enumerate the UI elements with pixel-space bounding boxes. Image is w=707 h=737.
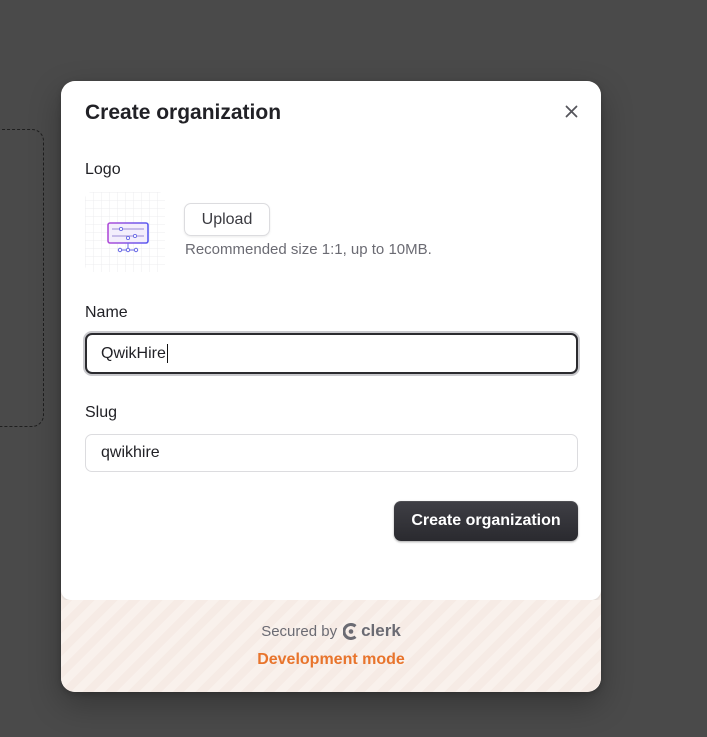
upload-hint: Recommended size 1:1, up to 10MB.: [185, 241, 432, 258]
clerk-wordmark: clerk: [361, 621, 401, 640]
clerk-icon: [343, 622, 357, 640]
create-organization-modal: Create organization Logo Upload Recommen…: [61, 81, 601, 692]
slug-input-value: qwikhire: [101, 444, 160, 461]
text-caret: [166, 344, 168, 363]
create-organization-button[interactable]: Create organization: [394, 501, 578, 541]
slug-label: Slug: [85, 404, 118, 421]
name-input-value: QwikHire: [101, 344, 166, 362]
upload-button[interactable]: Upload: [184, 203, 270, 236]
name-input[interactable]: QwikHire: [85, 333, 578, 374]
background-dashed-card: [0, 129, 44, 427]
modal-card: Create organization Logo Upload Recommen…: [61, 81, 601, 600]
modal-footer: Secured by clerk Development mode: [61, 600, 601, 692]
close-icon: [565, 105, 577, 117]
development-mode-label: Development mode: [257, 651, 405, 668]
secured-by-text: Secured by: [261, 622, 338, 640]
clerk-logo[interactable]: clerk: [343, 621, 401, 641]
name-label: Name: [85, 304, 128, 321]
logo-placeholder[interactable]: [85, 192, 165, 272]
secured-by: Secured by clerk: [61, 621, 601, 641]
slug-input[interactable]: qwikhire: [85, 434, 578, 472]
modal-title: Create organization: [85, 101, 282, 124]
close-button[interactable]: [559, 99, 583, 123]
logo-label: Logo: [85, 161, 121, 178]
organization-logo-icon: [85, 192, 165, 272]
